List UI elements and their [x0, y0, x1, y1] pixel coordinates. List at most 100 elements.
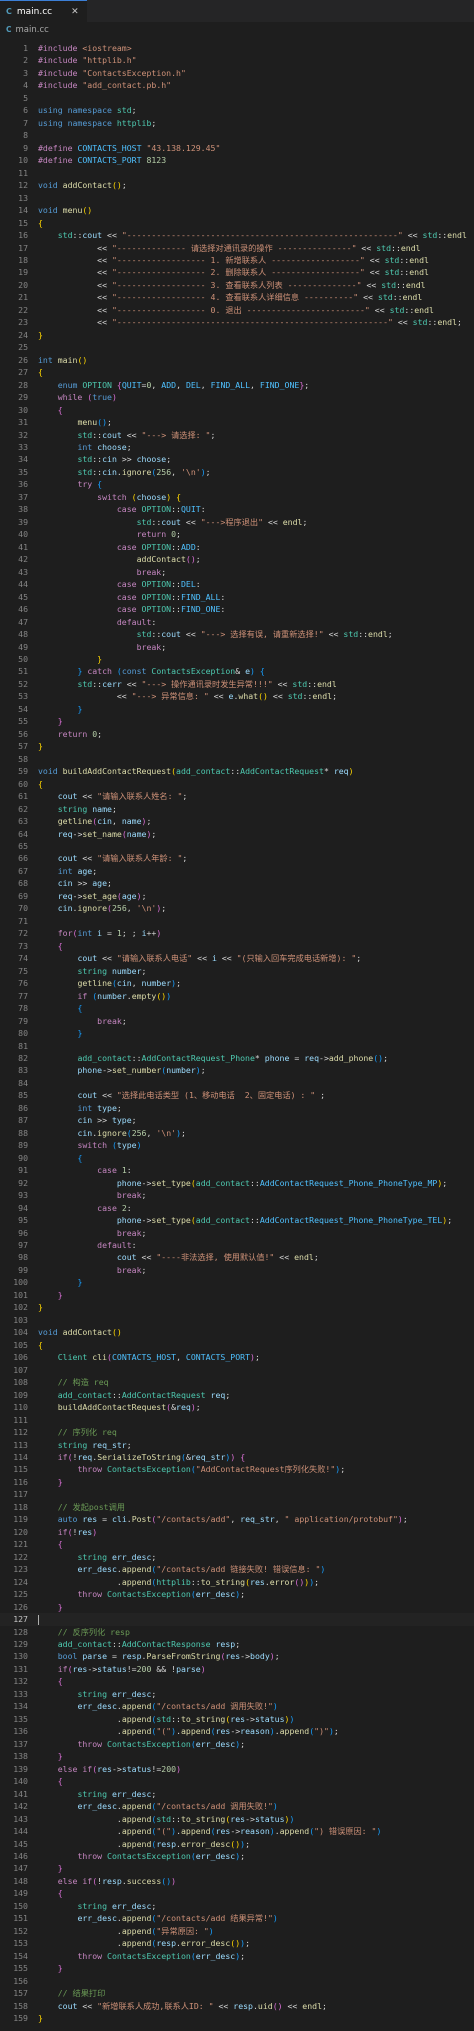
code-text[interactable]: .append("异常原因: "): [38, 1925, 474, 1937]
code-line[interactable]: 69 req->set_age(age);: [0, 890, 474, 902]
code-text[interactable]: break;: [38, 1015, 474, 1027]
code-line[interactable]: 44 case OPTION::DEL:: [0, 578, 474, 590]
code-line[interactable]: 46 case OPTION::FIND_ONE:: [0, 603, 474, 615]
code-text[interactable]: {: [38, 1339, 474, 1351]
code-text[interactable]: }: [38, 703, 474, 715]
code-text[interactable]: add_contact::AddContactRequest req;: [38, 1389, 474, 1401]
code-text[interactable]: break;: [38, 1227, 474, 1239]
code-text[interactable]: }: [38, 653, 474, 665]
code-text[interactable]: [38, 1414, 474, 1426]
code-line[interactable]: 107: [0, 1364, 474, 1376]
code-line[interactable]: 106 Client cli(CONTACTS_HOST, CONTACTS_P…: [0, 1351, 474, 1363]
code-text[interactable]: phone->set_number(number);: [38, 1064, 474, 1076]
code-text[interactable]: [38, 92, 474, 104]
code-line[interactable]: 109 add_contact::AddContactRequest req;: [0, 1389, 474, 1401]
code-text[interactable]: menu();: [38, 416, 474, 428]
code-text[interactable]: [38, 192, 474, 204]
code-line[interactable]: 1 #include <iostream>: [0, 42, 474, 54]
code-line[interactable]: 33 int choose;: [0, 441, 474, 453]
code-line[interactable]: 127: [0, 1613, 474, 1626]
code-line[interactable]: 79 break;: [0, 1015, 474, 1027]
code-text[interactable]: getline(cin, number);: [38, 977, 474, 989]
code-line[interactable]: 64 req->set_name(name);: [0, 828, 474, 840]
code-line[interactable]: 3 #include "ContactsException.h": [0, 67, 474, 79]
code-line[interactable]: 31 menu();: [0, 416, 474, 428]
code-text[interactable]: cin >> age;: [38, 877, 474, 889]
code-line[interactable]: 17 << "-------------- 请选择对通讯录的操作 -------…: [0, 242, 474, 254]
code-line[interactable]: 100 }: [0, 1276, 474, 1288]
code-text[interactable]: string err_desc;: [38, 1688, 474, 1700]
code-text[interactable]: void addContact(): [38, 1326, 474, 1338]
code-line[interactable]: 151 err_desc.append("/contacts/add 结果异常!…: [0, 1912, 474, 1924]
code-text[interactable]: .append(resp.error_desc());: [38, 1838, 474, 1850]
code-line[interactable]: 145 .append(resp.error_desc());: [0, 1838, 474, 1850]
code-line[interactable]: 102}: [0, 1301, 474, 1313]
code-text[interactable]: {: [38, 366, 474, 378]
code-text[interactable]: throw ContactsException(err_desc);: [38, 1588, 474, 1600]
code-text[interactable]: return 0;: [38, 728, 474, 740]
code-line[interactable]: 89 switch (type): [0, 1139, 474, 1151]
code-text[interactable]: cout << "请输入联系人年龄: ";: [38, 852, 474, 864]
code-line[interactable]: 152 .append("异常原因: "): [0, 1925, 474, 1937]
code-line[interactable]: 118 // 发起post调用: [0, 1501, 474, 1513]
code-text[interactable]: } catch (const ContactsException& e) {: [38, 665, 474, 677]
code-text[interactable]: case OPTION::DEL:: [38, 578, 474, 590]
code-line[interactable]: 73 {: [0, 940, 474, 952]
code-line[interactable]: 66 cout << "请输入联系人年龄: ";: [0, 852, 474, 864]
code-line[interactable]: 60 {: [0, 778, 474, 790]
code-line[interactable]: 155 }: [0, 1962, 474, 1974]
code-text[interactable]: case OPTION::QUIT:: [38, 503, 474, 515]
code-line[interactable]: 52 std::cerr << "---> 操作通讯录时发生异常!!!" << …: [0, 678, 474, 690]
code-text[interactable]: std::cout << "--------------------------…: [38, 229, 474, 241]
code-text[interactable]: #include <iostream>: [38, 42, 474, 54]
code-text[interactable]: case 1:: [38, 1164, 474, 1176]
code-text[interactable]: throw ContactsException(err_desc);: [38, 1738, 474, 1750]
code-text[interactable]: [38, 1613, 474, 1625]
code-text[interactable]: if (number.empty()): [38, 990, 474, 1002]
code-text[interactable]: void buildAddContactRequest(add_contact:…: [38, 765, 474, 777]
code-text[interactable]: phone->set_type(add_contact::AddContactR…: [38, 1177, 474, 1189]
code-line[interactable]: 140 {: [0, 1775, 474, 1787]
code-text[interactable]: [38, 1364, 474, 1376]
code-text[interactable]: << "------------------ 3. 查看联系人列表 ------…: [38, 279, 474, 291]
code-line[interactable]: 18 << "------------------ 1. 新增联系人 -----…: [0, 254, 474, 266]
code-line[interactable]: 105 {: [0, 1339, 474, 1351]
code-text[interactable]: cout << "请输入联系人姓名: ";: [38, 790, 474, 802]
code-line[interactable]: 65: [0, 840, 474, 852]
code-text[interactable]: for(int i = 1; ; i++): [38, 927, 474, 939]
code-text[interactable]: [38, 1077, 474, 1089]
code-text[interactable]: bool parse = resp.ParseFromString(res->b…: [38, 1650, 474, 1662]
code-text[interactable]: string err_desc;: [38, 1551, 474, 1563]
code-line[interactable]: 149 {: [0, 1887, 474, 1899]
code-line[interactable]: 133 string err_desc;: [0, 1688, 474, 1700]
code-text[interactable]: << "------------------ 4. 查看联系人详细信息 ----…: [38, 291, 474, 303]
code-line[interactable]: 94 case 2:: [0, 1202, 474, 1214]
code-line[interactable]: 75 string number;: [0, 965, 474, 977]
code-line[interactable]: 103: [0, 1314, 474, 1326]
code-line[interactable]: 30 {: [0, 404, 474, 416]
code-text[interactable]: Client cli(CONTACTS_HOST, CONTACTS_PORT)…: [38, 1351, 474, 1363]
code-text[interactable]: void menu(): [38, 204, 474, 216]
code-text[interactable]: err_desc.append("/contacts/add 调用失败!"): [38, 1800, 474, 1812]
code-text[interactable]: add_contact::AddContactRequest_Phone* ph…: [38, 1052, 474, 1064]
code-line[interactable]: 6 using namespace std;: [0, 104, 474, 116]
code-text[interactable]: .append(httplib::to_string(res.error()))…: [38, 1576, 474, 1588]
code-text[interactable]: string req_str;: [38, 1439, 474, 1451]
code-text[interactable]: std::cout << "--->程序退出" << endl;: [38, 516, 474, 528]
code-text[interactable]: }: [38, 1750, 474, 1762]
code-line[interactable]: 119 auto res = cli.Post("/contacts/add",…: [0, 1513, 474, 1525]
code-text[interactable]: err_desc.append("/contacts/add 链接失败! 错误信…: [38, 1563, 474, 1575]
code-line[interactable]: 16 std::cout << "-----------------------…: [0, 229, 474, 241]
code-line[interactable]: 21 << "------------------ 4. 查看联系人详细信息 -…: [0, 291, 474, 303]
code-text[interactable]: std::cin.ignore(256, '\n');: [38, 466, 474, 478]
code-line[interactable]: 156: [0, 1975, 474, 1987]
code-text[interactable]: int type;: [38, 1102, 474, 1114]
code-text[interactable]: {: [38, 778, 474, 790]
code-text[interactable]: #include "httplib.h": [38, 54, 474, 66]
code-text[interactable]: }: [38, 329, 474, 341]
code-line[interactable]: 157 // 结果打印: [0, 1987, 474, 1999]
code-line[interactable]: 39 std::cout << "--->程序退出" << endl;: [0, 516, 474, 528]
code-line[interactable]: 67 int age;: [0, 865, 474, 877]
code-text[interactable]: #define CONTACTS_HOST "43.138.129.45": [38, 142, 474, 154]
code-text[interactable]: case OPTION::ADD:: [38, 541, 474, 553]
